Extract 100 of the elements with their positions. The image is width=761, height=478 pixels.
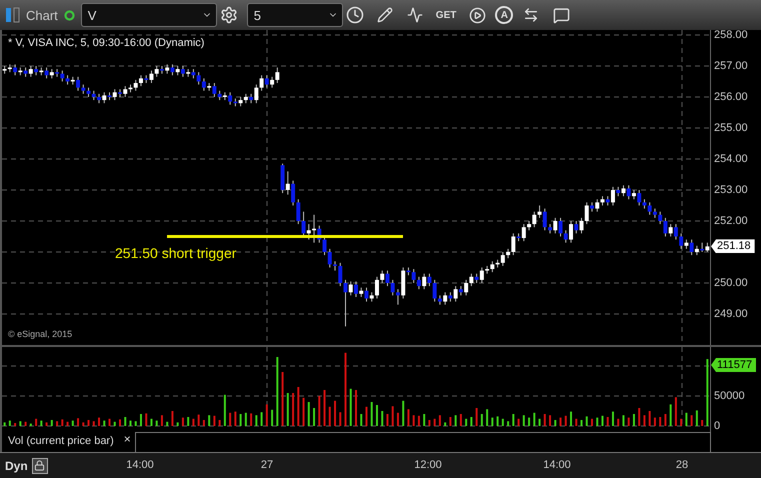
play-icon <box>468 6 486 24</box>
arrows-icon <box>523 7 540 23</box>
bar <box>171 411 174 426</box>
symbol-field[interactable]: V <box>80 3 217 27</box>
last-price-label: 251.18 <box>711 239 755 254</box>
bar <box>176 422 179 426</box>
bar <box>82 422 84 426</box>
candlestick <box>584 202 589 225</box>
bar <box>150 418 152 426</box>
bar <box>24 422 27 426</box>
axis-label: 50000 <box>714 389 745 403</box>
bar <box>140 414 142 426</box>
bar <box>119 419 121 426</box>
axis-label: 250.00 <box>714 276 748 290</box>
bar <box>224 394 226 426</box>
candlestick <box>296 198 300 225</box>
bar <box>302 398 305 426</box>
candlestick <box>348 280 353 296</box>
window-title: Chart <box>26 8 58 22</box>
candlestick <box>112 88 117 101</box>
clock-icon <box>346 6 364 24</box>
time-label: 12:00 <box>414 459 442 471</box>
candlestick <box>344 279 348 327</box>
bar <box>696 410 698 426</box>
bar <box>72 420 74 426</box>
bar <box>434 418 436 426</box>
bar <box>685 412 688 426</box>
close-button[interactable]: × <box>120 432 135 446</box>
bar <box>664 414 666 426</box>
axis-label: 256.00 <box>714 90 748 104</box>
bar <box>591 418 593 426</box>
candlestick <box>396 288 400 306</box>
candlestick <box>616 186 620 197</box>
bar <box>396 412 399 426</box>
bar <box>402 400 404 426</box>
candlestick <box>328 248 332 268</box>
bar <box>680 418 682 426</box>
bar <box>544 414 546 426</box>
bar <box>14 423 16 426</box>
candlestick <box>700 242 704 252</box>
bar <box>240 414 242 426</box>
candlestick <box>438 294 442 306</box>
candlestick <box>385 270 390 287</box>
candlestick <box>196 72 201 86</box>
candlestick <box>364 287 368 302</box>
candlestick <box>416 276 421 290</box>
candlestick <box>595 198 600 212</box>
axis-label: 254.00 <box>714 152 748 166</box>
candlestick <box>76 76 80 92</box>
lock-button[interactable] <box>32 458 48 474</box>
bar <box>575 418 578 426</box>
copyright-text: © eSignal, 2015 <box>8 329 72 339</box>
candlestick <box>312 214 316 244</box>
bar <box>606 417 609 426</box>
bar <box>129 420 132 426</box>
bar <box>46 422 48 426</box>
candlestick <box>254 84 258 104</box>
candlestick <box>154 65 159 78</box>
bar <box>8 420 11 426</box>
candlestick <box>338 262 342 287</box>
candlestick <box>652 208 657 218</box>
candlestick <box>610 186 615 206</box>
bar <box>438 415 441 426</box>
interval-field[interactable]: 5 <box>246 3 343 27</box>
bar <box>192 418 194 426</box>
bar <box>98 418 100 426</box>
scale-mode-label: Dyn <box>4 458 29 472</box>
bar <box>449 417 452 426</box>
candlestick <box>522 224 526 242</box>
candlestick <box>138 74 143 87</box>
candlestick <box>684 239 688 250</box>
bar <box>218 420 221 426</box>
bar <box>632 414 635 426</box>
bar <box>638 408 640 426</box>
bar <box>202 420 205 426</box>
link-icon[interactable] <box>6 7 20 23</box>
bar <box>88 420 90 426</box>
bar <box>229 412 232 426</box>
alert-button[interactable]: A <box>495 6 514 24</box>
lock-icon <box>34 460 46 471</box>
candlestick <box>149 70 154 84</box>
get-button[interactable]: GET <box>432 3 460 27</box>
candlestick <box>374 276 379 299</box>
bar <box>187 417 190 426</box>
bar <box>491 418 494 426</box>
candlestick <box>553 217 558 234</box>
bar <box>654 418 656 426</box>
candlestick <box>270 76 274 88</box>
candlestick <box>302 211 306 237</box>
bar <box>622 415 624 426</box>
bar <box>339 412 342 426</box>
bar <box>198 414 200 426</box>
candlestick <box>165 64 170 74</box>
candlestick <box>228 92 232 106</box>
bar <box>533 412 536 426</box>
candlestick <box>286 170 290 196</box>
candlestick <box>170 64 174 76</box>
bar <box>376 405 378 426</box>
candlestick <box>218 90 222 101</box>
candlestick <box>380 270 384 284</box>
